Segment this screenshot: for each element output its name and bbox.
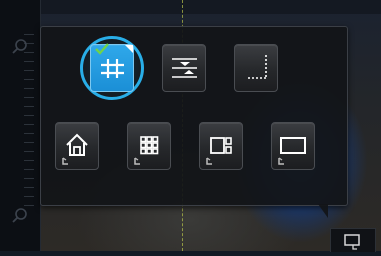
zoom-in-icon[interactable] (11, 38, 29, 56)
submenu-arrow-icon (278, 157, 284, 165)
submenu-arrow-icon (62, 157, 68, 165)
grid-hash-button[interactable] (90, 43, 134, 92)
zoom-side-bar[interactable] (0, 0, 41, 251)
check-icon (95, 43, 109, 55)
popup-pointer (318, 204, 328, 218)
horizontal-guides-button[interactable] (162, 44, 206, 92)
top-status-strip (40, 0, 381, 14)
corner-measure-button[interactable] (234, 44, 278, 92)
horizontal-guides-icon (172, 58, 197, 78)
grid-toggle-icon (344, 234, 360, 250)
submenu-arrow-icon (206, 157, 212, 165)
home-layout-button[interactable] (55, 122, 99, 170)
grid-toggle-button[interactable] (330, 228, 376, 252)
grid-3x3-button[interactable] (127, 122, 171, 170)
corner-measure-icon (248, 55, 267, 79)
frame-rectangle-button[interactable] (271, 122, 315, 170)
split-layout-button[interactable] (199, 122, 243, 170)
submenu-arrow-icon (134, 157, 140, 165)
zoom-out-icon[interactable] (11, 207, 29, 225)
zoom-ruler[interactable] (24, 34, 34, 214)
